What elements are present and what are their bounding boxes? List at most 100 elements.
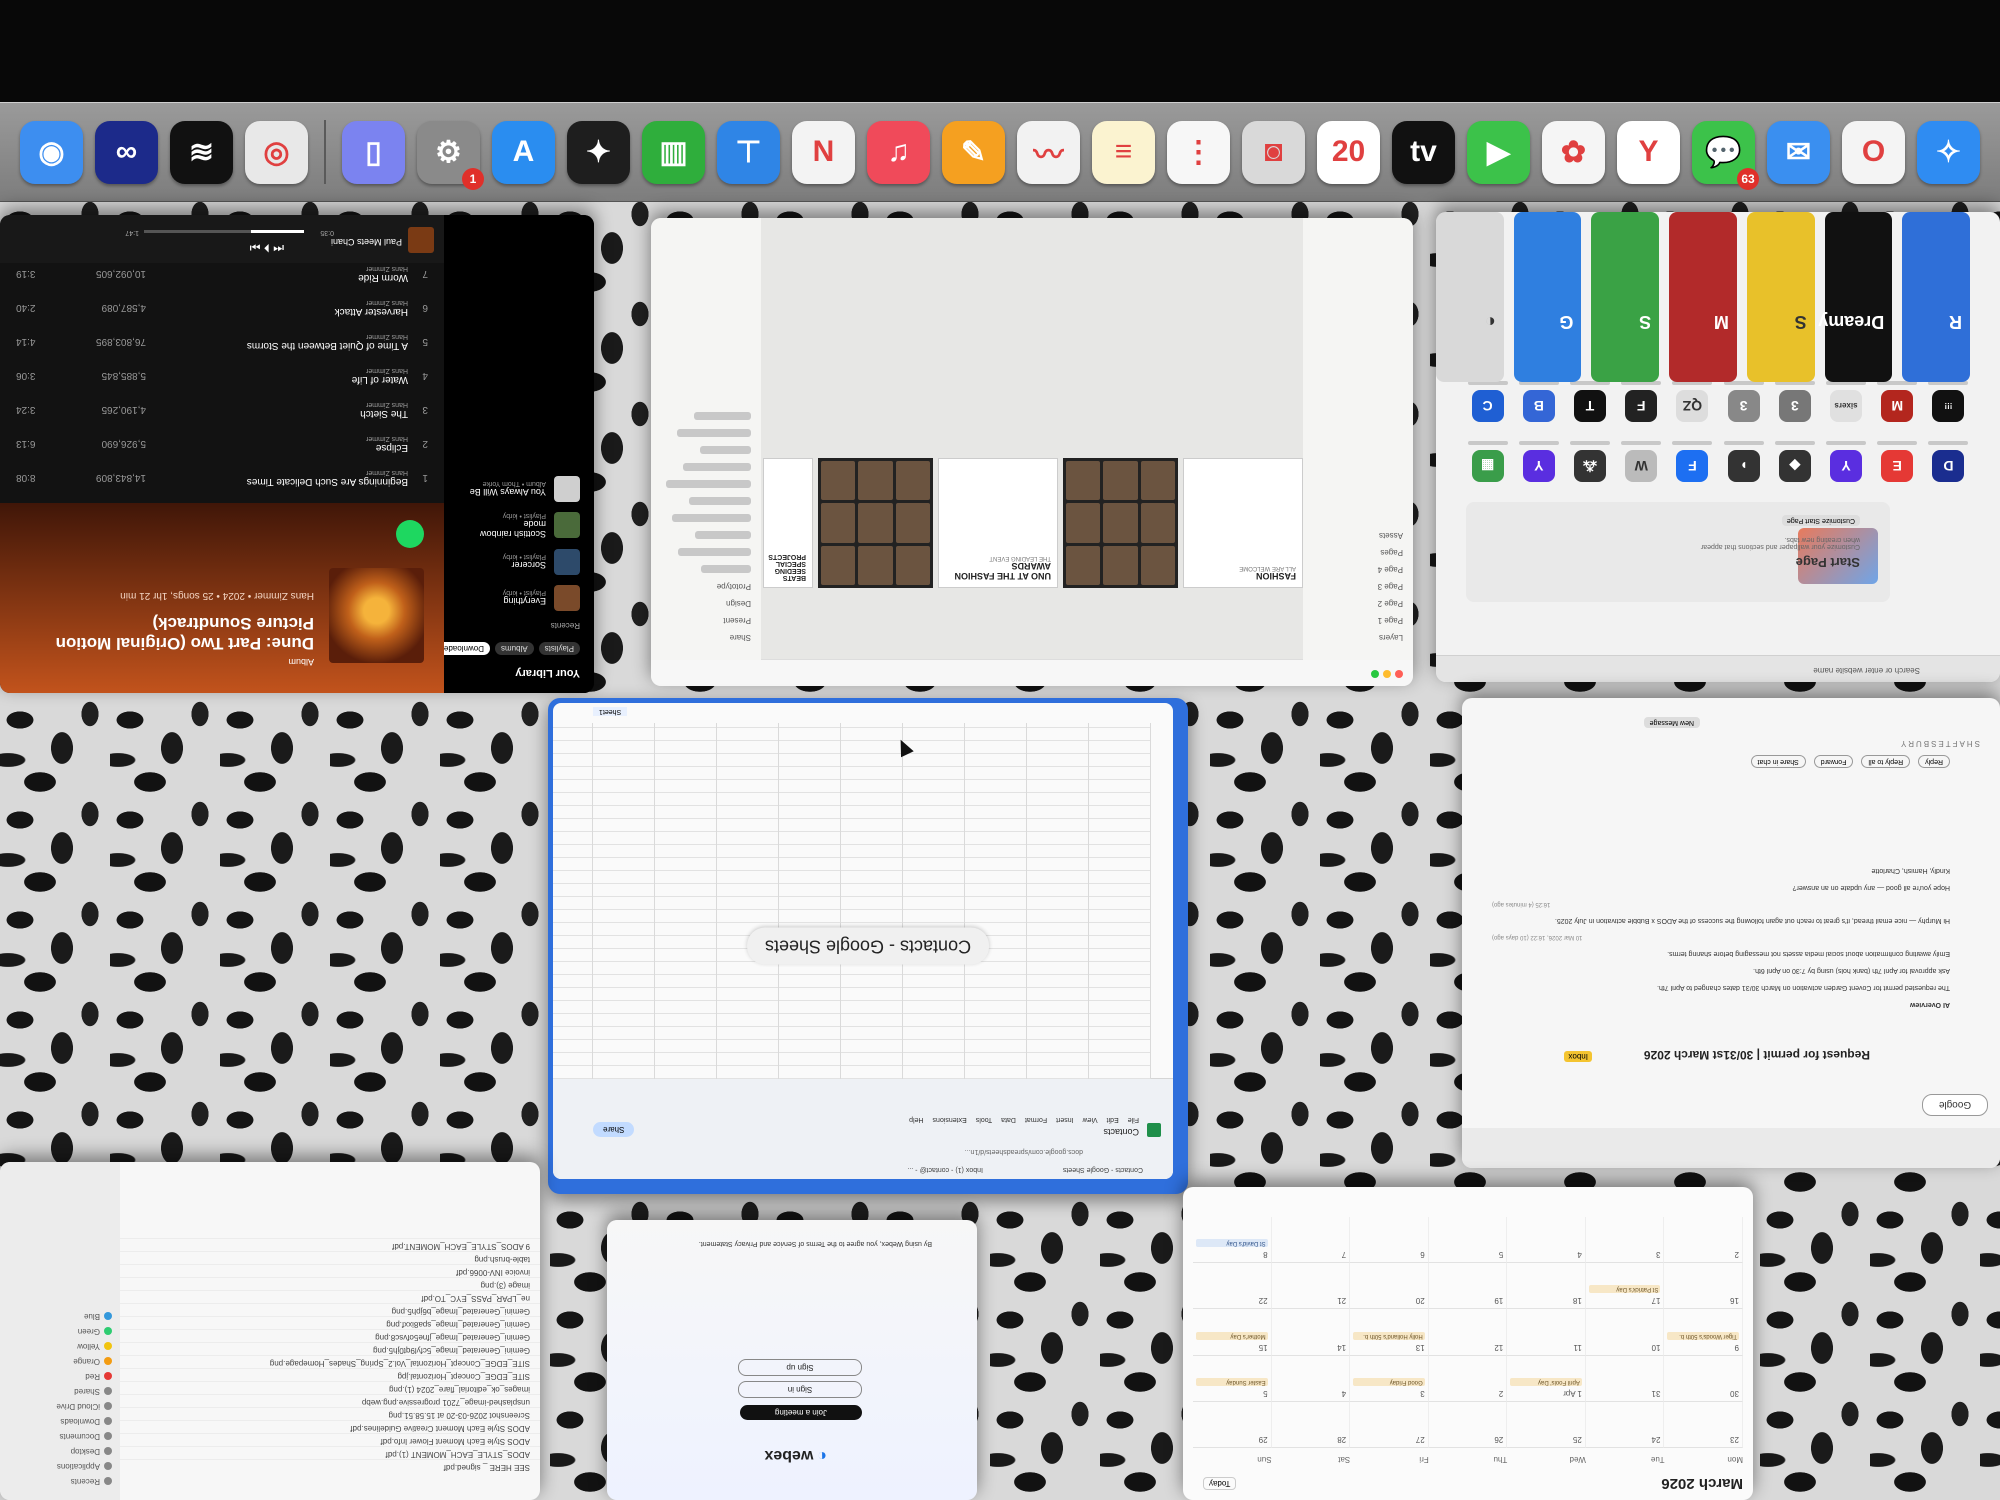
layer-item[interactable]: Page 4: [1313, 565, 1403, 574]
minimize-button[interactable]: [1383, 670, 1391, 678]
day-cell[interactable]: 30: [1664, 1355, 1743, 1402]
sidebar-item[interactable]: Documents: [8, 1432, 112, 1441]
file-row[interactable]: Gemini_Generated_Image_5cfyl9qt0jh5.png: [120, 1342, 540, 1355]
layer-item[interactable]: Assets: [1313, 531, 1403, 540]
day-cell[interactable]: 6: [1350, 1217, 1429, 1264]
email-action-button[interactable]: Reply: [1918, 755, 1950, 768]
day-cell[interactable]: 27: [1350, 1401, 1429, 1448]
layer-item[interactable]: Page 3: [1313, 582, 1403, 591]
favorite-item[interactable]: T: [1568, 376, 1611, 422]
favorite-item[interactable]: 3: [1773, 376, 1816, 422]
dock-item[interactable]: O: [1842, 120, 1905, 184]
favorite-item[interactable]: ⁂: [1568, 436, 1611, 482]
day-cell[interactable]: 20: [1350, 1263, 1429, 1310]
sheet-tab[interactable]: Sheet1: [593, 707, 628, 716]
doc-title[interactable]: Contacts: [1103, 1127, 1139, 1137]
sidebar-item[interactable]: iCloud Drive: [8, 1402, 112, 1411]
layer-item[interactable]: Page 1: [1313, 616, 1403, 625]
favorite-item[interactable]: C: [1466, 376, 1509, 422]
day-cell[interactable]: 4: [1271, 1355, 1351, 1402]
calendar-event[interactable]: Good Friday: [1353, 1377, 1425, 1386]
dock-item[interactable]: ⊤: [717, 120, 780, 184]
email-action-button[interactable]: Reply to all: [1861, 755, 1911, 768]
safari-window[interactable]: Search or enter website name Start Page …: [1436, 212, 2000, 682]
spotify-window[interactable]: Your Library Playlists Albums Downloaded…: [0, 215, 594, 693]
playback-controls[interactable]: ⏮ ⏵ ⏭: [250, 240, 284, 255]
email-action-button[interactable]: Forward: [1813, 755, 1854, 768]
day-cell[interactable]: 12: [1428, 1309, 1508, 1356]
sidebar-item[interactable]: Shared: [8, 1387, 112, 1396]
layer-item[interactable]: Layers: [1313, 633, 1403, 642]
calendar-event[interactable]: Holly Holland's 50th b.: [1353, 1331, 1425, 1340]
dock-item[interactable]: ◙: [1242, 120, 1305, 184]
progress-bar[interactable]: [144, 230, 304, 233]
frequent-tile[interactable]: Dreamy: [1818, 212, 1893, 382]
favorite-item[interactable]: QZ: [1671, 376, 1714, 422]
day-cell[interactable]: 23: [1664, 1401, 1743, 1448]
favorite-item[interactable]: F: [1620, 376, 1663, 422]
day-cell[interactable]: 10: [1585, 1309, 1665, 1356]
track-row[interactable]: 1 Beginnings Are Such Delicate Times Hans …: [0, 461, 444, 495]
favorite-item[interactable]: ◗: [1722, 436, 1765, 482]
dock-item[interactable]: ◉: [20, 120, 83, 184]
dock-item[interactable]: tv: [1392, 120, 1455, 184]
library-item[interactable]: Everything Playlist • kirby: [458, 585, 580, 611]
frequent-tile[interactable]: ◐: [1436, 212, 1504, 382]
dock-item[interactable]: ◎: [245, 120, 308, 184]
frequent-tile[interactable]: M: [1669, 212, 1737, 382]
panel-tab[interactable]: Prototype: [661, 582, 751, 591]
join-meeting-button[interactable]: Join a meeting: [740, 1405, 862, 1420]
day-cell[interactable]: 5: [1428, 1217, 1508, 1264]
sheets-window-focused[interactable]: Contacts - Google Sheets Inbox (1) - con…: [548, 698, 1188, 1194]
file-row[interactable]: Gemini_Generated_Image_jfne5ofvsc8.png: [120, 1329, 540, 1342]
file-row[interactable]: SITE_EDGE_Concept_Horizontal.jpg: [120, 1368, 540, 1381]
frequent-tile[interactable]: G: [1513, 212, 1582, 382]
today-button[interactable]: Today: [1203, 1477, 1237, 1490]
menu-item[interactable]: File: [1128, 1116, 1139, 1123]
sidebar-item[interactable]: Red: [8, 1372, 112, 1381]
track-row[interactable]: 3 The Sietch Hans Zimmer 4,190,265 3:24: [0, 393, 444, 427]
dock-item[interactable]: Y: [1617, 120, 1680, 184]
day-cell[interactable]: 1 Apr April Fools' Day: [1507, 1355, 1586, 1402]
calendar-event[interactable]: Mother's Day: [1196, 1331, 1268, 1340]
new-message-tab[interactable]: New Message: [1643, 717, 1700, 728]
day-cell[interactable]: 4: [1507, 1217, 1586, 1264]
favorite-item[interactable]: E: [1876, 436, 1919, 482]
day-cell[interactable]: 29: [1193, 1401, 1272, 1448]
library-item[interactable]: Scottish rainbow mode Playlist • kirby: [458, 512, 580, 539]
dock-item[interactable]: ▯: [342, 120, 405, 184]
frequent-tile[interactable]: S: [1746, 212, 1815, 382]
email-action-button[interactable]: Share in chat: [1750, 755, 1806, 768]
filter-playlists[interactable]: Playlists: [538, 642, 580, 655]
sidebar-item[interactable]: Yellow: [8, 1342, 112, 1351]
webex-window[interactable]: ◐ webex Join a meeting Sign in Sign up By…: [607, 1220, 977, 1500]
frequent-tile[interactable]: S: [1591, 212, 1660, 382]
sidebar-item[interactable]: Recents: [8, 1477, 112, 1486]
favorite-item[interactable]: ◆: [1773, 436, 1816, 482]
day-cell[interactable]: 3: [1585, 1217, 1665, 1264]
favorite-item[interactable]: sixers: [1824, 376, 1867, 422]
file-row[interactable]: ADOS Style Each Moment Flower Info.pdf: [120, 1433, 540, 1446]
dock-item[interactable]: ♫: [867, 120, 930, 184]
track-row[interactable]: 5 A Time of Quiet Between the Storms Hans …: [0, 325, 444, 359]
file-row[interactable]: ne_LPAR_PASS_EYC_TO.pdf: [120, 1290, 540, 1303]
file-row[interactable]: Gemini_Generated_Image_b6jph5.png: [120, 1303, 540, 1316]
sidebar-item[interactable]: Green: [8, 1327, 112, 1336]
dock-item[interactable]: ⚙ 1: [417, 120, 484, 190]
file-row[interactable]: Gemini_Generated_Image_spa8ixxf.png: [120, 1316, 540, 1329]
menu-item[interactable]: Extensions: [933, 1116, 967, 1123]
favorite-item[interactable]: W: [1620, 436, 1663, 482]
menu-item[interactable]: Edit: [1107, 1116, 1119, 1123]
track-row[interactable]: 4 Water of Life Hans Zimmer 5,885,845 3:06: [0, 359, 444, 393]
day-cell[interactable]: 5 Easter Sunday: [1193, 1355, 1272, 1402]
file-row[interactable]: table-brush.png: [120, 1251, 540, 1264]
menu-item[interactable]: Help: [909, 1116, 923, 1123]
day-cell[interactable]: 15 Mother's Day: [1193, 1309, 1272, 1356]
menu-item[interactable]: View: [1083, 1116, 1098, 1123]
day-cell[interactable]: 17 St Patrick's Day: [1585, 1263, 1665, 1310]
fashion-page[interactable]: FASHION ALL ARE WELCOME: [1183, 458, 1303, 588]
sign-up-button[interactable]: Sign up: [738, 1359, 862, 1376]
finder-window[interactable]: Recents Applications Desktop Documents Downl…: [0, 1162, 540, 1500]
file-row[interactable]: SEE HERE _ signed.pdf: [120, 1459, 540, 1472]
menu-item[interactable]: Insert: [1056, 1116, 1074, 1123]
